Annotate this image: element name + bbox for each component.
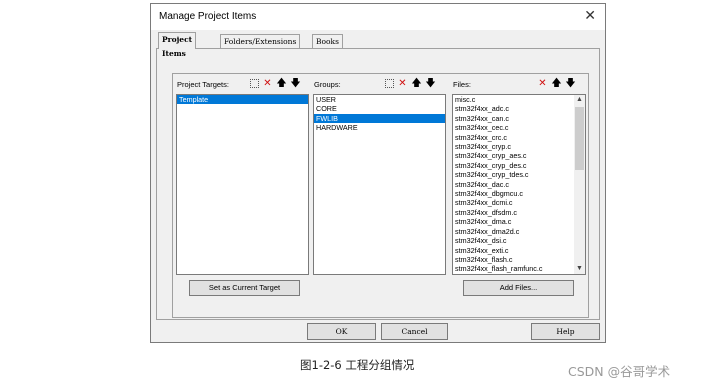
ok-button[interactable]: OK [307, 323, 376, 340]
file-list-item[interactable]: misc.c [453, 95, 585, 104]
groups-list[interactable]: USER CORE FWLIB HARDWARE [313, 94, 446, 275]
file-list-item[interactable]: stm32f4xx_dsi.c [453, 236, 585, 245]
group-list-item[interactable]: FWLIB [314, 113, 445, 124]
group-list-item[interactable]: USER [314, 95, 445, 104]
watermark: CSDN @谷哥学术 [568, 364, 671, 379]
file-list-item[interactable]: stm32f4xx_dfsdm.c [453, 208, 585, 217]
file-list-item[interactable]: stm32f4xx_crc.c [453, 133, 585, 142]
targets-header: Project Targets: [177, 80, 229, 89]
files-toolbar: ✕ 🡅 🡇 [537, 78, 576, 92]
file-list-item[interactable]: stm32f4xx_cryp_des.c [453, 161, 585, 170]
move-up-target-icon[interactable]: 🡅 [276, 78, 287, 90]
group-list-item[interactable]: CORE [314, 104, 445, 113]
move-down-file-icon[interactable]: 🡇 [565, 78, 576, 90]
groups-toolbar: ✕ 🡅 🡇 [385, 78, 436, 92]
items-frame: Project Targets: ✕ 🡅 🡇 Template Groups: … [172, 73, 589, 318]
new-group-icon[interactable] [385, 79, 394, 88]
title-bar: Manage Project Items ✕ [151, 4, 605, 30]
scroll-up-icon[interactable]: ▲ [574, 95, 585, 105]
file-list-item[interactable]: stm32f4xx_flash_ramfunc.c [453, 264, 585, 273]
figure-caption: 图1-2-6 工程分组情况 [300, 358, 415, 372]
tab-folders-extensions[interactable]: Folders/Extensions [220, 34, 301, 48]
targets-list[interactable]: Template [176, 94, 309, 275]
move-up-group-icon[interactable]: 🡅 [411, 78, 422, 90]
close-icon[interactable]: ✕ [584, 8, 596, 22]
tab-project-items[interactable]: Project Items [158, 32, 197, 58]
files-header: Files: [453, 80, 471, 89]
manage-project-items-dialog: Manage Project Items ✕ Project Items Fol… [150, 3, 606, 343]
file-list-item[interactable]: stm32f4xx_adc.c [453, 104, 585, 113]
file-list-item[interactable]: stm32f4xx_cryp.c [453, 142, 585, 151]
targets-toolbar: ✕ 🡅 🡇 [250, 78, 301, 92]
file-list-item[interactable]: stm32f4xx_flash.c [453, 255, 585, 264]
file-list-item[interactable]: stm32f4xx_can.c [453, 114, 585, 123]
delete-group-icon[interactable]: ✕ [397, 78, 408, 90]
groups-header: Groups: [314, 80, 341, 89]
target-list-item[interactable]: Template [177, 95, 308, 105]
tab-books[interactable]: Books [312, 34, 343, 48]
file-list-item[interactable]: stm32f4xx_exti.c [453, 246, 585, 255]
group-list-item[interactable]: HARDWARE [314, 123, 445, 132]
file-list-item[interactable]: stm32f4xx_cryp_tdes.c [453, 170, 585, 179]
file-list-item[interactable]: stm32f4xx_dma2d.c [453, 227, 585, 236]
files-scrollbar[interactable]: ▲ ▼ [574, 95, 585, 274]
scroll-thumb[interactable] [575, 107, 584, 170]
file-list-item[interactable]: stm32f4xx_cryp_aes.c [453, 151, 585, 160]
file-list-item[interactable]: stm32f4xx_dbgmcu.c [453, 189, 585, 198]
add-files-button[interactable]: Add Files... [463, 280, 574, 296]
help-button[interactable]: Help [531, 323, 600, 340]
set-current-target-button[interactable]: Set as Current Target [189, 280, 300, 296]
file-list-item[interactable]: stm32f4xx_dma.c [453, 217, 585, 226]
file-list-item[interactable]: stm32f4xx_cec.c [453, 123, 585, 132]
file-list-item[interactable]: stm32f4xx_dac.c [453, 180, 585, 189]
new-target-icon[interactable] [250, 79, 259, 88]
project-items-panel: Project Targets: ✕ 🡅 🡇 Template Groups: … [156, 48, 600, 320]
delete-target-icon[interactable]: ✕ [262, 78, 273, 90]
delete-file-icon[interactable]: ✕ [537, 78, 548, 90]
dialog-title: Manage Project Items [159, 11, 257, 22]
cancel-button[interactable]: Cancel [381, 323, 448, 340]
move-up-file-icon[interactable]: 🡅 [551, 78, 562, 90]
scroll-down-icon[interactable]: ▼ [574, 264, 585, 274]
move-down-group-icon[interactable]: 🡇 [425, 78, 436, 90]
files-list[interactable]: misc.c stm32f4xx_adc.c stm32f4xx_can.c stm3… [452, 94, 586, 275]
move-down-target-icon[interactable]: 🡇 [290, 78, 301, 90]
file-list-item[interactable]: stm32f4xx_dcmi.c [453, 198, 585, 207]
